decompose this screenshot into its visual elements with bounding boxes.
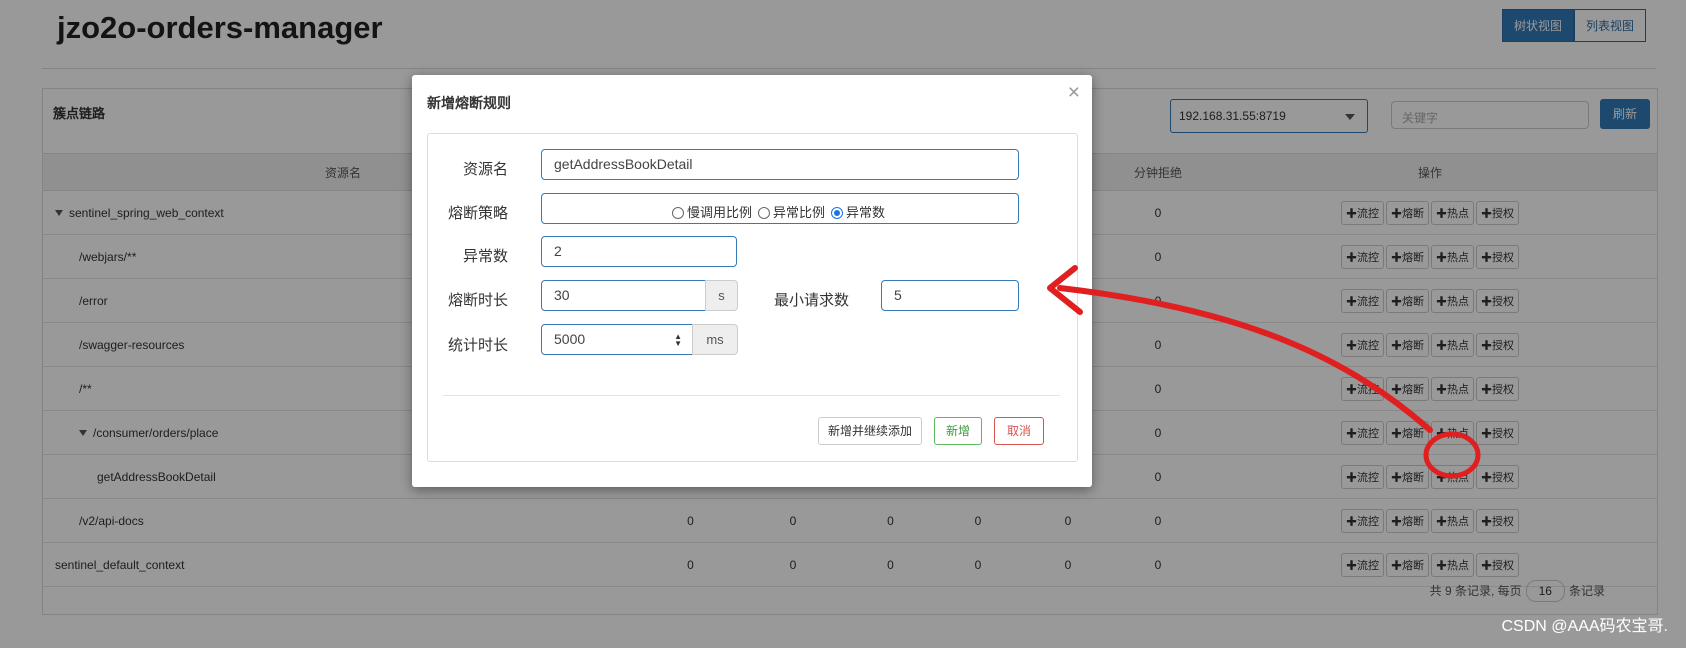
annotation-circle bbox=[1423, 431, 1481, 479]
annotation-arrow bbox=[1047, 265, 1481, 479]
annotation-arrow-line bbox=[1057, 285, 1433, 433]
watermark: CSDN @AAA码农宝哥. bbox=[1501, 618, 1669, 635]
